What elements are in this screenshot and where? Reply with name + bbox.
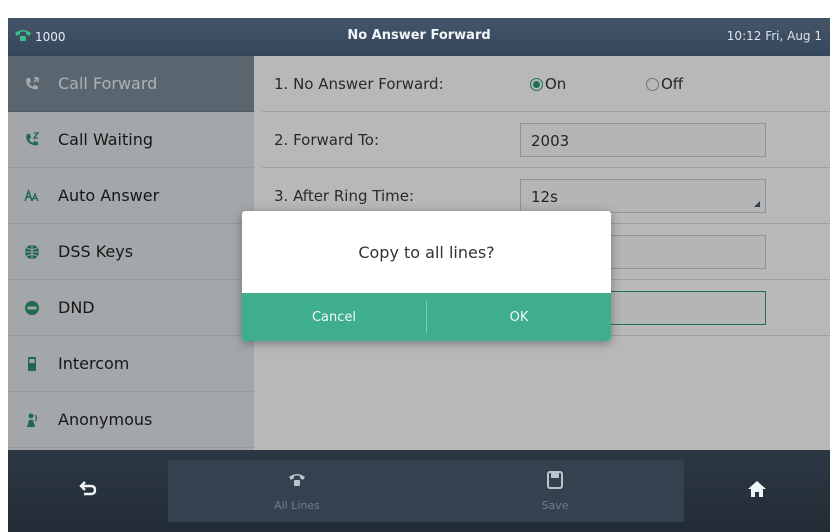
softkey-label: All Lines <box>274 499 320 512</box>
date-time: 10:12 Fri, Aug 1 <box>726 29 822 43</box>
cancel-button[interactable]: Cancel <box>242 293 426 341</box>
copy-dialog: Copy to all lines? Cancel OK <box>242 211 611 341</box>
back-icon <box>78 479 98 503</box>
phone-lines-icon <box>287 470 307 494</box>
home-icon <box>747 479 767 503</box>
save-button[interactable]: Save <box>426 460 684 522</box>
save-icon <box>545 470 565 494</box>
back-button[interactable] <box>8 460 168 522</box>
ok-button[interactable]: OK <box>427 293 611 341</box>
softkey-bar: All Lines Save <box>8 450 830 532</box>
phone-screen: 1000 No Answer Forward 10:12 Fri, Aug 1 … <box>0 0 830 532</box>
page-title: No Answer Forward <box>347 28 491 43</box>
dialog-buttons: Cancel OK <box>242 293 611 341</box>
all-lines-button[interactable]: All Lines <box>168 460 426 522</box>
softkey-label: Save <box>541 499 569 512</box>
status-bar: 1000 No Answer Forward 10:12 Fri, Aug 1 <box>8 18 830 56</box>
home-button[interactable] <box>684 460 830 522</box>
dialog-message: Copy to all lines? <box>358 243 495 262</box>
